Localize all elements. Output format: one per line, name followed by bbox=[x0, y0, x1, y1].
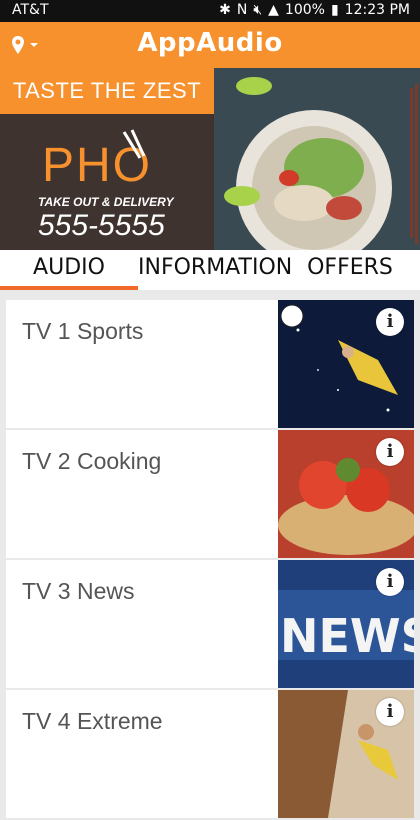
banner-service: TAKE OUT & DELIVERY bbox=[38, 195, 174, 209]
channel-label: TV 2 Cooking bbox=[22, 448, 162, 474]
channel-item-sports[interactable]: TV 1 Sports i bbox=[6, 300, 414, 428]
status-right: ✱ N 🔇︎ ▲ 100% ▮ 12:23 PM bbox=[219, 2, 410, 18]
app-bar: AppAudio bbox=[0, 22, 420, 68]
svg-text:NEWS: NEWS bbox=[280, 609, 414, 663]
tab-audio[interactable]: AUDIO bbox=[0, 250, 138, 290]
tab-separator bbox=[0, 290, 420, 300]
tab-information-label: INFORMATION bbox=[138, 255, 293, 280]
channel-item-news[interactable]: TV 3 News NEWS i bbox=[6, 560, 414, 688]
info-icon[interactable]: i bbox=[376, 568, 404, 596]
app-title: AppAudio bbox=[137, 28, 283, 58]
status-bar: AT&T ✱ N 🔇︎ ▲ 100% ▮ 12:23 PM bbox=[0, 0, 420, 22]
chopsticks-icon bbox=[122, 129, 146, 159]
nfc-icon: N bbox=[236, 2, 248, 18]
tab-bar: AUDIO INFORMATION OFFERS bbox=[0, 250, 420, 290]
banner-tagline: TASTE THE ZEST bbox=[0, 68, 214, 114]
channel-list: TV 1 Sports i TV 2 Cooking i TV 3 News N… bbox=[6, 300, 414, 820]
channel-label: TV 4 Extreme bbox=[22, 708, 163, 734]
pho-bowl-photo bbox=[214, 68, 420, 250]
banner-phone: 555-5555 bbox=[38, 209, 165, 242]
signal-icon: ▲ bbox=[268, 2, 279, 18]
battery-percent: 100% bbox=[284, 2, 325, 18]
mute-icon: 🔇︎ bbox=[253, 2, 263, 18]
info-icon[interactable]: i bbox=[376, 698, 404, 726]
tab-information[interactable]: INFORMATION bbox=[138, 250, 292, 290]
ad-banner[interactable]: TASTE THE ZEST PHO TAKE OUT & DELIVERY 5… bbox=[0, 68, 420, 250]
tab-offers[interactable]: OFFERS bbox=[280, 250, 420, 290]
battery-icon: ▮ bbox=[330, 2, 339, 18]
tab-offers-label: OFFERS bbox=[307, 255, 393, 280]
channel-item-cooking[interactable]: TV 2 Cooking i bbox=[6, 430, 414, 558]
carrier-label: AT&T bbox=[12, 2, 49, 18]
bluetooth-icon: ✱ bbox=[219, 2, 231, 18]
channel-label: TV 3 News bbox=[22, 578, 135, 604]
channel-label: TV 1 Sports bbox=[22, 318, 144, 344]
info-icon[interactable]: i bbox=[376, 308, 404, 336]
tab-audio-label: AUDIO bbox=[33, 255, 105, 280]
info-icon[interactable]: i bbox=[376, 438, 404, 466]
channel-item-extreme[interactable]: TV 4 Extreme i bbox=[6, 690, 414, 818]
clock: 12:23 PM bbox=[344, 2, 410, 18]
